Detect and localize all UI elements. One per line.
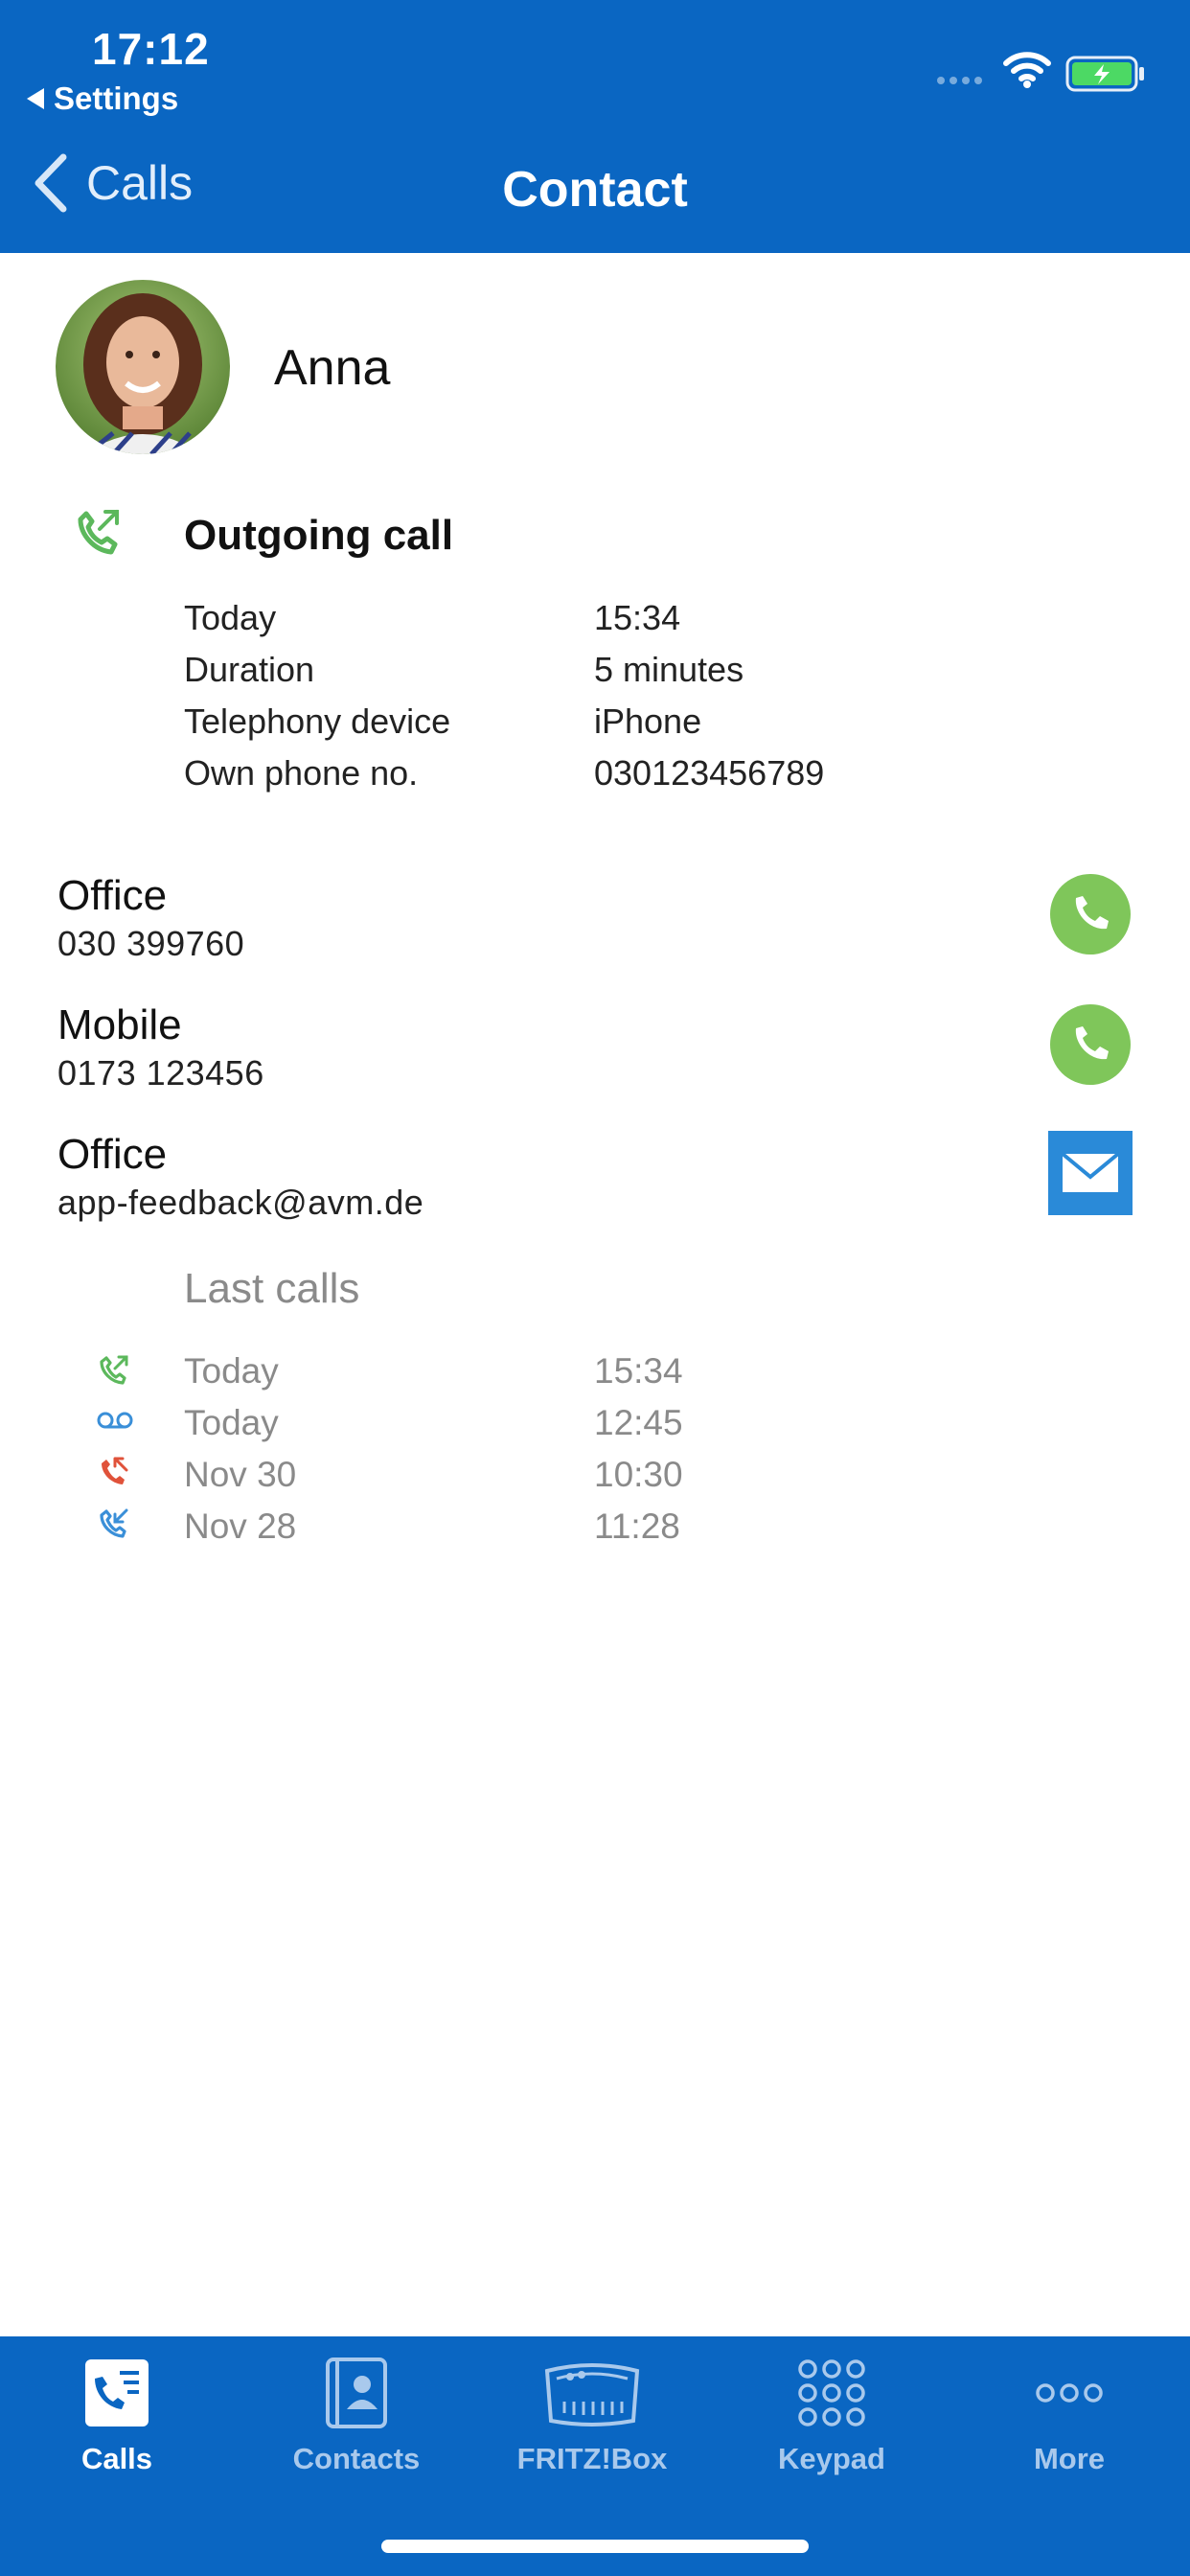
page-title: Contact [502,162,688,218]
detail-value: 15:34 [594,598,681,637]
outgoing-call-icon [78,510,119,555]
entry-label-office: Office [57,872,168,919]
keypad-icon [798,2359,865,2426]
more-dots-icon [1036,2383,1103,2403]
missed-call-icon [102,1457,128,1484]
fritzbox-icon [544,2363,640,2426]
tab-label: Keypad [778,2442,885,2475]
status-back-label: Settings [54,80,179,116]
incoming-call-icon [100,1508,128,1538]
status-back-to-app[interactable]: Settings [27,80,178,117]
voicemail-icon [97,1412,133,1429]
tab-fritzbox[interactable]: FRITZ!Box [496,2358,688,2476]
call-mobile-button[interactable] [1050,1004,1131,1085]
detail-value: 5 minutes [594,650,744,689]
tab-label: Calls [80,2442,153,2475]
tab-label: FRITZ!Box [516,2442,668,2475]
wifi-icon [1003,52,1051,88]
detail-value: iPhone [594,702,702,741]
call-office-button[interactable] [1050,874,1131,954]
tab-keypad[interactable]: Keypad [736,2358,927,2476]
contacts-book-icon [326,2358,387,2428]
detail-label: Own phone no. [184,753,419,793]
back-triangle-icon [27,88,44,109]
detail-value: 030123456789 [594,753,825,793]
last-call-date: Nov 30 [184,1455,297,1494]
last-calls-title: Last calls [184,1265,360,1312]
home-indicator[interactable] [381,2540,809,2553]
last-call-time: 11:28 [594,1506,680,1546]
entry-value-mobile-phone[interactable]: 0173 123456 [57,1053,264,1093]
tab-more[interactable]: More [973,2358,1165,2476]
tab-label: Contacts [292,2442,421,2475]
outgoing-call-icon [100,1355,128,1385]
last-call-time: 10:30 [594,1455,683,1494]
call-type: Outgoing call [184,512,454,559]
tab-calls[interactable]: Calls [21,2358,213,2476]
last-call-time: 12:45 [594,1403,683,1442]
last-call-date: Today [184,1351,279,1391]
phone-icon [1075,1026,1109,1060]
last-call-time: 15:34 [594,1351,683,1391]
cellular-signal-icon [937,77,982,84]
detail-label: Duration [184,650,315,689]
last-call-date: Today [184,1403,279,1442]
top-bar: 17:12 Settings Calls Contact [0,0,1190,253]
mail-icon [1061,1152,1120,1192]
entry-value-office-phone[interactable]: 030 399760 [57,924,244,964]
tab-contacts[interactable]: Contacts [261,2358,452,2476]
last-call-date: Nov 28 [184,1506,297,1546]
entry-label-office-email: Office [57,1131,168,1178]
battery-icon [1065,56,1144,92]
contact-name: Anna [274,340,391,396]
detail-label: Telephony device [184,702,451,741]
calls-list-icon [85,2359,149,2426]
entry-value-email[interactable]: app-feedback@avm.de [57,1183,423,1223]
status-time: 17:12 [92,24,210,74]
send-email-button[interactable] [1048,1131,1133,1215]
detail-label: Today [184,598,277,637]
entry-label-mobile: Mobile [57,1001,182,1048]
tab-label: More [1033,2442,1106,2475]
phone-icon [1075,896,1109,930]
avatar [56,280,230,454]
